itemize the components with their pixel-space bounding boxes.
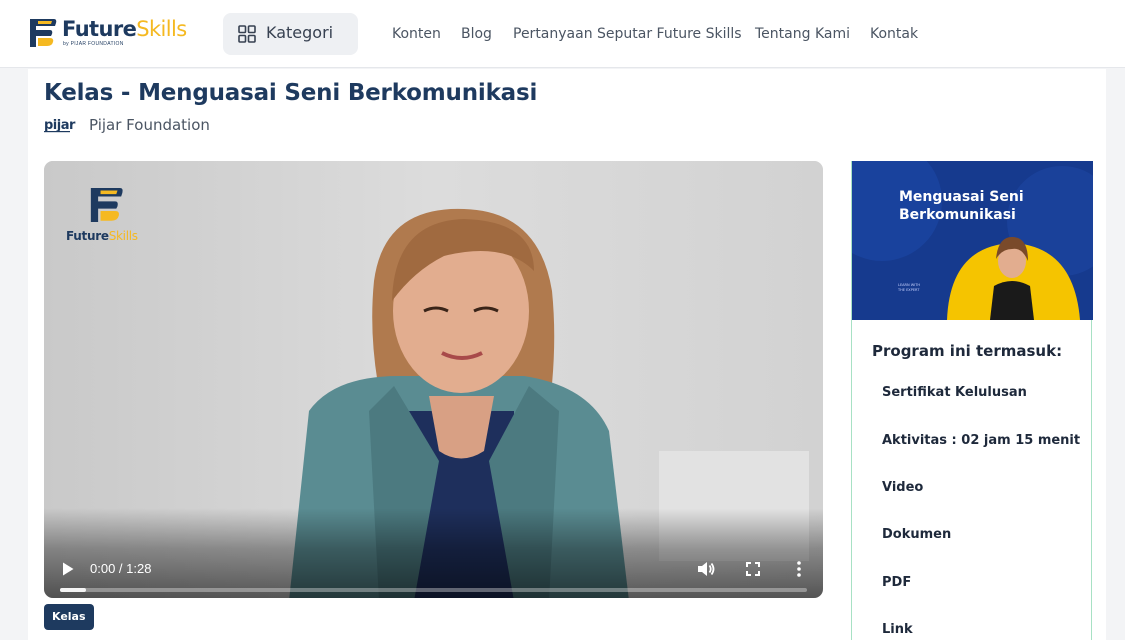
video-player[interactable]: FutureSkills 0:00 / 1:28 xyxy=(44,161,823,598)
nav-link-faq[interactable]: Pertanyaan Seputar Future Skills xyxy=(513,25,742,43)
grid-icon xyxy=(238,25,256,43)
include-item-activity: Aktivitas : 02 jam 15 menit xyxy=(882,433,1081,448)
nav-link-tentang-kami[interactable]: Tentang Kami xyxy=(755,25,850,43)
thumbnail-background xyxy=(852,161,1093,320)
thumbnail-small-text: LEARN WITH THE EXPERT xyxy=(898,283,920,292)
logo-word-future: Future xyxy=(62,17,137,41)
more-options-icon[interactable] xyxy=(789,559,809,579)
video-watermark-logo: FutureSkills xyxy=(66,183,166,247)
pijar-logo: pijar xyxy=(44,118,76,133)
course-thumbnail: Menguasai Seni Berkomunikasi LEARN WITH … xyxy=(852,161,1093,320)
top-navigation-bar: FutureSkills by PIJAR FOUNDATION Kategor… xyxy=(0,0,1125,68)
video-watermark-skills: Skills xyxy=(108,229,138,243)
logo-tagline: by PIJAR FOUNDATION xyxy=(63,41,124,47)
futureskills-logo[interactable]: FutureSkills by PIJAR FOUNDATION xyxy=(26,15,201,51)
kategori-label: Kategori xyxy=(266,23,334,42)
pijar-logo-text: pijar xyxy=(44,118,76,133)
video-watermark-future: Future xyxy=(66,229,109,243)
include-item-link: Link xyxy=(882,622,913,637)
organization-name: Pijar Foundation xyxy=(89,116,210,134)
video-progress-fill xyxy=(60,588,87,592)
video-watermark-text: FutureSkills xyxy=(66,229,138,243)
category-tag[interactable]: Kelas xyxy=(44,604,94,630)
futureskills-logo-icon xyxy=(30,19,57,47)
video-time: 0:00 / 1:28 xyxy=(90,561,152,576)
program-card: Menguasai Seni Berkomunikasi LEARN WITH … xyxy=(851,161,1093,640)
program-includes-title: Program ini termasuk: xyxy=(872,342,1063,360)
volume-icon[interactable] xyxy=(696,559,716,579)
nav-link-konten[interactable]: Konten xyxy=(392,25,441,43)
video-watermark-icon xyxy=(90,188,123,222)
nav-link-blog[interactable]: Blog xyxy=(461,25,492,43)
video-controls: 0:00 / 1:28 xyxy=(44,508,823,598)
include-item-pdf: PDF xyxy=(882,575,912,590)
page-title: Kelas - Menguasai Seni Berkomunikasi xyxy=(44,80,538,106)
logo-wordmark: FutureSkills xyxy=(62,16,187,42)
include-item-video: Video xyxy=(882,480,924,495)
nav-link-kontak[interactable]: Kontak xyxy=(870,25,918,43)
kategori-button[interactable]: Kategori xyxy=(223,13,358,55)
include-item-certificate: Sertifikat Kelulusan xyxy=(882,385,1027,400)
include-item-document: Dokumen xyxy=(882,527,952,542)
fullscreen-icon[interactable] xyxy=(743,559,763,579)
thumbnail-title: Menguasai Seni Berkomunikasi xyxy=(899,189,1024,223)
main-content: Kelas - Menguasai Seni Berkomunikasi pij… xyxy=(28,69,1106,640)
logo-word-skills: Skills xyxy=(136,17,187,41)
play-icon[interactable] xyxy=(60,561,76,577)
video-progress-bar[interactable] xyxy=(60,588,807,592)
